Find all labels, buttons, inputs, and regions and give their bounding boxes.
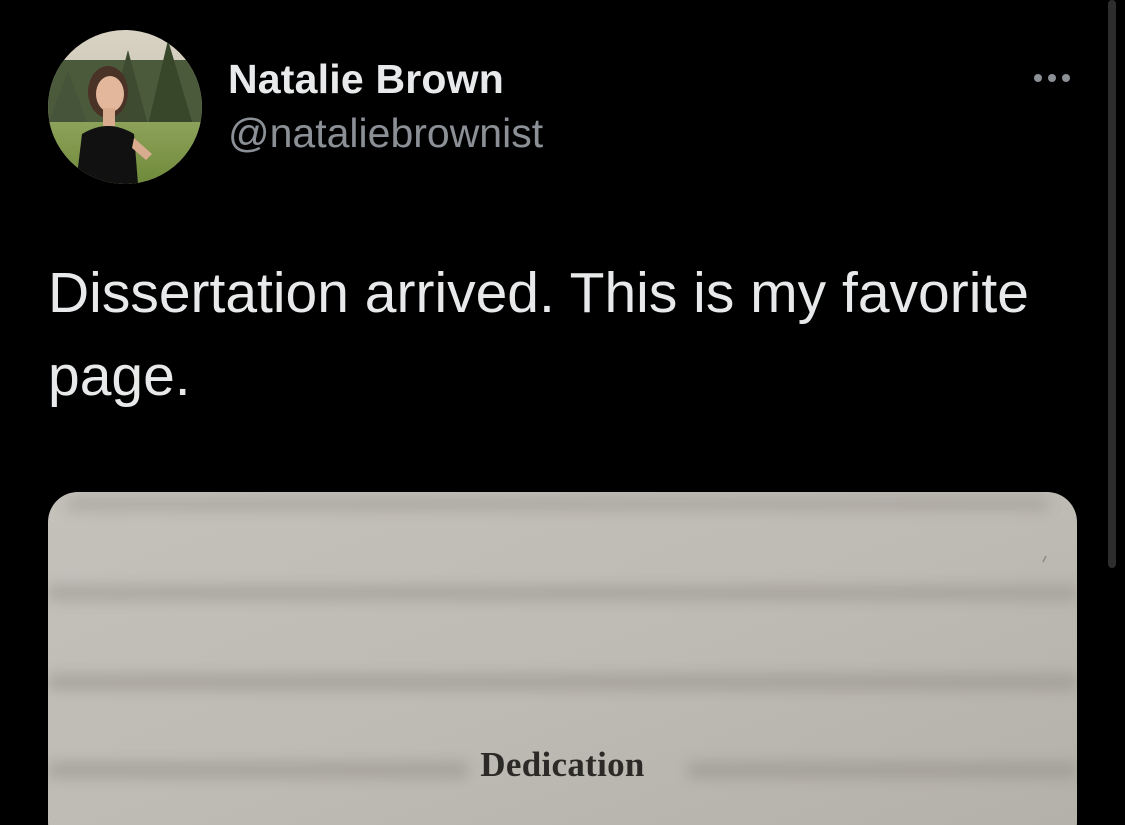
more-dot [1062,74,1070,82]
tweet-text: Dissertation arrived. This is my favorit… [48,261,1029,408]
more-dot [1048,74,1056,82]
tweet-media-image[interactable]: Dedication [48,492,1077,825]
page-heading: Dedication [480,745,645,784]
scrollbar[interactable] [1108,0,1116,568]
more-options-button[interactable] [1026,58,1078,98]
avatar[interactable] [48,30,202,184]
avatar-photo [48,30,202,184]
author-handle[interactable]: @nataliebrownist [228,110,543,157]
more-horizontal-icon [1034,74,1042,82]
tweet: Natalie Brown @nataliebrownist Dissertat… [0,0,1125,825]
author-display-name[interactable]: Natalie Brown [228,56,504,103]
